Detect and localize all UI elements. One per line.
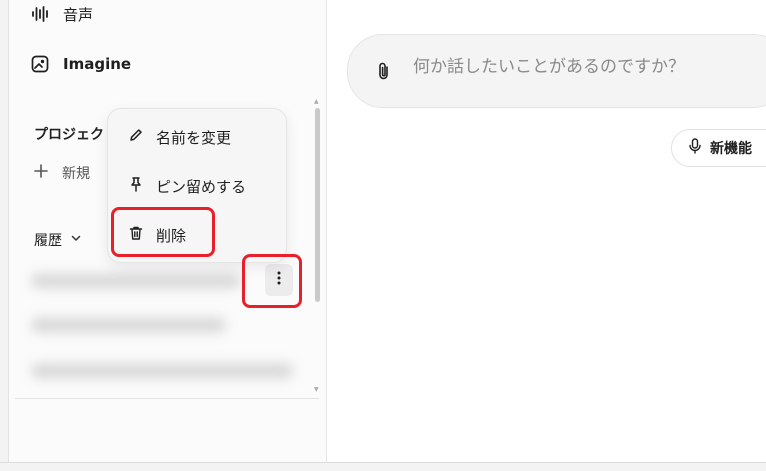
history-label: 履歴 xyxy=(34,233,62,249)
paperclip-icon[interactable] xyxy=(376,61,392,85)
waveform-icon xyxy=(31,5,49,23)
chat-input[interactable] xyxy=(413,57,766,77)
chat-composer xyxy=(347,34,766,108)
scroll-down-arrow[interactable]: ▼ xyxy=(314,386,319,393)
sidebar-item-voice[interactable]: 音声 xyxy=(31,0,93,29)
sidebar-divider xyxy=(15,398,319,399)
sidebar-item-label: Imagine xyxy=(63,55,132,73)
history-section-toggle[interactable]: 履歴 xyxy=(34,230,82,250)
sidebar-scrollbar[interactable] xyxy=(315,108,320,302)
options-button-highlight-box xyxy=(242,254,302,308)
delete-highlight-box xyxy=(111,207,215,257)
history-item-blurred[interactable] xyxy=(31,274,241,288)
menu-item-rename[interactable]: 名前を変更 xyxy=(128,125,231,149)
menu-item-label: ピン留めする xyxy=(156,177,247,196)
chevron-down-icon xyxy=(70,232,82,248)
history-item-blurred[interactable] xyxy=(31,364,293,378)
scroll-up-arrow[interactable]: ▲ xyxy=(314,98,319,105)
image-icon xyxy=(31,55,49,73)
new-project-label: 新規 xyxy=(62,166,90,182)
history-item-blurred[interactable] xyxy=(31,318,226,332)
plus-icon xyxy=(34,164,48,182)
pencil-icon xyxy=(128,127,144,147)
new-feature-label: 新機能 xyxy=(710,141,752,157)
projects-section-title: プロジェク xyxy=(34,127,104,143)
sidebar-item-label: 音声 xyxy=(63,5,94,24)
new-feature-button[interactable]: 新機能 xyxy=(671,129,766,167)
window-frame-left xyxy=(0,0,9,470)
microphone-icon xyxy=(688,138,702,158)
sidebar-item-imagine[interactable]: Imagine xyxy=(31,49,131,79)
menu-item-label: 名前を変更 xyxy=(156,128,232,147)
menu-item-pin[interactable]: ピン留めする xyxy=(128,174,246,198)
pin-icon xyxy=(128,176,144,196)
new-project-button[interactable]: 新規 xyxy=(34,163,90,183)
